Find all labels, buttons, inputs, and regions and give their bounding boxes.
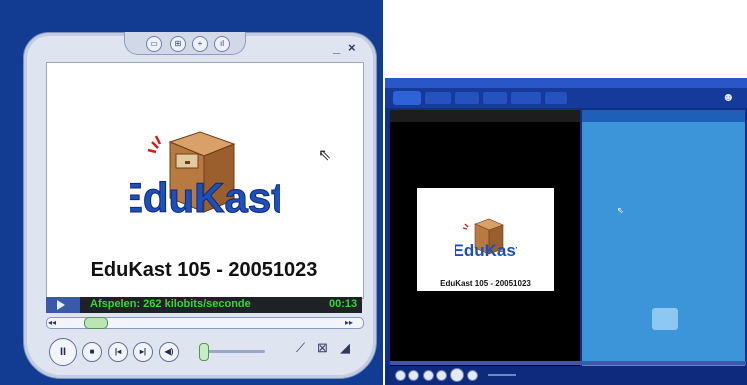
pause-button[interactable]: II (49, 338, 77, 366)
full-player-volume-slider[interactable] (488, 374, 516, 376)
logo-text: EduKast (130, 174, 280, 221)
rewind-icon[interactable]: ◂◂ (48, 318, 56, 327)
full-player-titlebar (385, 78, 747, 88)
full-player-seek-bar[interactable] (390, 361, 746, 365)
full-player-video-title: EduKast 105 - 20051023 (440, 279, 531, 288)
video-title: EduKast 105 - 20051023 (90, 259, 318, 281)
playlist-icon[interactable]: ▭ (146, 36, 162, 52)
volume-slider[interactable] (203, 350, 265, 353)
next-button[interactable]: ▸| (133, 342, 153, 362)
full-player-next-button[interactable] (467, 370, 478, 381)
tab-burn[interactable] (483, 92, 507, 104)
full-player-logo-text: EduKast (455, 241, 517, 260)
settings-icon[interactable]: ⊞ (170, 36, 186, 52)
chart-icon[interactable]: ıl (214, 36, 230, 52)
account-icon[interactable]: ☻ (722, 90, 735, 104)
resize-grip-icon[interactable]: ◢ (340, 340, 350, 356)
elapsed-time: 00:13 (329, 298, 358, 310)
stop-button[interactable]: ■ (82, 342, 102, 362)
mute-button[interactable]: ◀) (159, 342, 179, 362)
seek-thumb[interactable] (84, 317, 108, 329)
close-button[interactable]: × (348, 40, 356, 55)
album-art-placeholder (652, 308, 678, 330)
add-icon[interactable]: + (192, 36, 208, 52)
fast-forward-icon[interactable]: ▸▸ (345, 318, 353, 327)
switch-mode-icon[interactable]: ⟋ (296, 340, 305, 356)
mouse-cursor-icon: ⇖ (318, 147, 332, 164)
status-text: Afspelen: 262 kilobits/seconde (90, 298, 251, 310)
full-player-previous-button[interactable] (436, 370, 447, 381)
tab-guide[interactable] (545, 92, 567, 104)
full-player-shuffle-button[interactable] (395, 370, 406, 381)
tab-rip[interactable] (455, 92, 479, 104)
full-player-repeat-button[interactable] (408, 370, 419, 381)
tab-library[interactable] (425, 92, 451, 104)
playlist-header (582, 110, 745, 122)
full-player-stop-button[interactable] (423, 370, 434, 381)
edukast-logo: EduKast (130, 131, 280, 222)
pane-cursor-icon: ⇖ (617, 206, 624, 215)
play-indicator-icon[interactable] (46, 297, 80, 313)
full-player-logo: EduKast (455, 218, 517, 260)
volume-thumb[interactable] (199, 343, 209, 361)
video-header-bar (390, 110, 580, 122)
tab-sync[interactable] (511, 92, 541, 104)
previous-button[interactable]: |◂ (108, 342, 128, 362)
full-player-pause-button[interactable] (450, 368, 464, 382)
visualization-icon[interactable]: ⊠ (317, 340, 328, 356)
minimize-button[interactable]: _ (333, 40, 340, 55)
tab-now-playing[interactable] (393, 91, 421, 105)
